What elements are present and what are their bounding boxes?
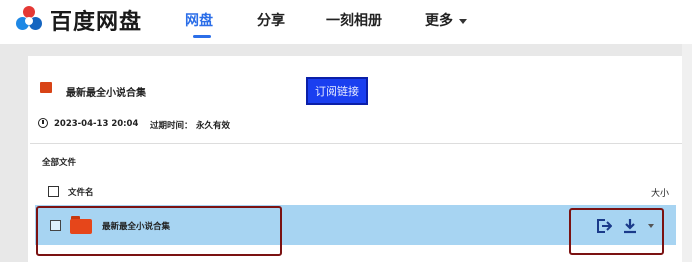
- divider: [30, 143, 682, 144]
- chevron-down-icon: [459, 18, 467, 24]
- nav-tab-more[interactable]: 更多: [425, 10, 467, 30]
- column-header-name[interactable]: 文件名: [68, 186, 94, 198]
- baidu-pan-logo[interactable]: 百度网盘: [14, 4, 142, 36]
- folder-icon: [40, 82, 52, 93]
- expire-value: 永久有效: [196, 121, 231, 131]
- nav-more-label: 更多: [425, 13, 453, 29]
- breadcrumb-all-files[interactable]: 全部文件: [42, 156, 76, 168]
- top-navigation-bar: 百度网盘 网盘 分享 一刻相册 更多: [0, 0, 692, 42]
- share-title: 最新最全小说合集: [66, 88, 146, 99]
- left-gutter: [0, 44, 28, 262]
- nav-tab-share[interactable]: 分享: [257, 10, 285, 30]
- page-background: [0, 44, 692, 56]
- column-header-size[interactable]: 大小: [651, 186, 669, 199]
- select-all-checkbox[interactable]: [48, 186, 59, 197]
- logo-icon: [14, 5, 44, 35]
- nav-tab-netdisk[interactable]: 网盘: [185, 10, 213, 30]
- nav-tab-album[interactable]: 一刻相册: [326, 10, 382, 30]
- highlight-box-file: [36, 206, 282, 256]
- logo-text: 百度网盘: [50, 10, 143, 35]
- active-tab-indicator: [193, 35, 211, 38]
- expire-label: 过期时间：: [150, 121, 193, 131]
- subscribe-link-button[interactable]: 订阅链接: [306, 77, 368, 105]
- share-date: 2023-04-13 20:04: [54, 119, 139, 129]
- clock-icon: [38, 118, 48, 128]
- right-gutter: [682, 44, 692, 262]
- highlight-box-actions: [569, 208, 664, 255]
